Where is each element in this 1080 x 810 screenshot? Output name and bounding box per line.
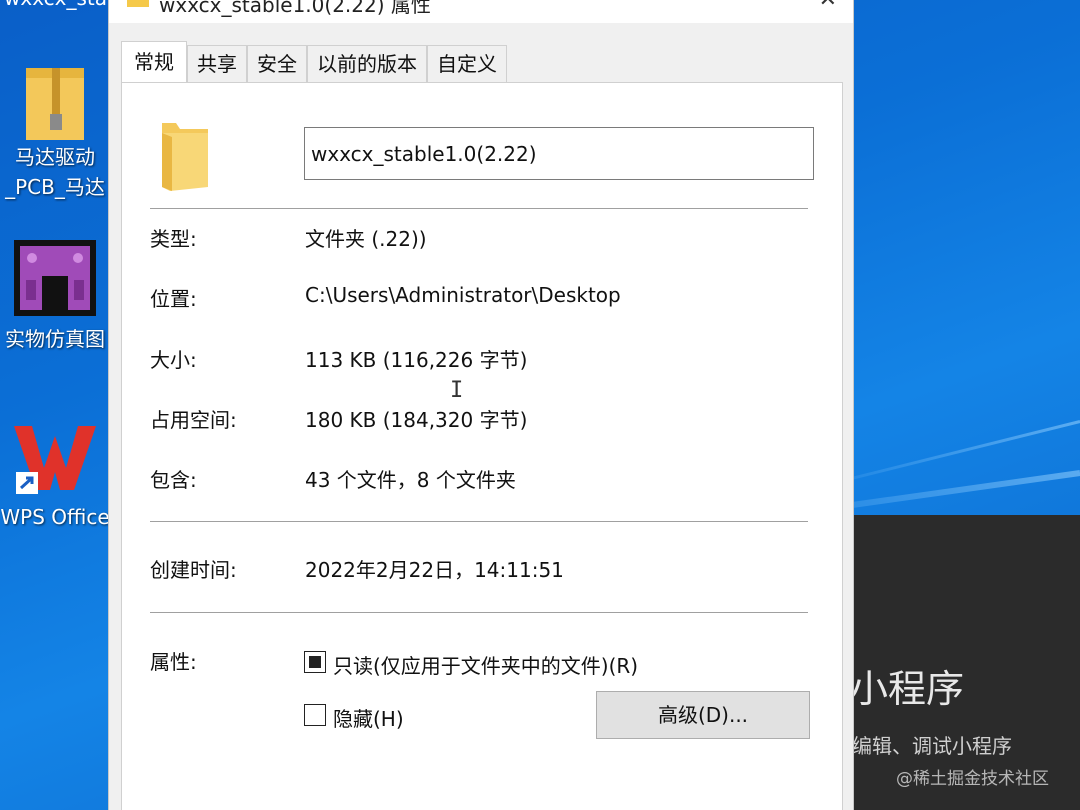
background-app-title: 小程序 [850,667,965,711]
tab-general[interactable]: 常规 [121,41,187,83]
text-cursor-icon: I [450,378,464,403]
desktop-icon-label: 马达驱动 [15,145,95,169]
type-label: 类型: [150,227,197,251]
tab-sharing[interactable]: 共享 [187,45,247,83]
location-label: 位置: [150,287,197,311]
wps-office-icon [14,426,96,494]
desktop-icon-label: WPS Office [0,505,110,529]
readonly-checkbox[interactable] [304,651,326,673]
folder-icon [127,0,149,7]
desktop-icon-pcb[interactable]: 实物仿真图 [0,240,110,354]
tab-previous-versions[interactable]: 以前的版本 [307,45,427,83]
tab-bar: 常规 共享 安全 以前的版本 自定义 [121,41,507,83]
watermark: @稀土掘金技术社区 [896,769,1049,789]
created-value: 2022年2月22日，14:11:51 [305,558,564,582]
close-icon[interactable]: ✕ [819,0,837,12]
desktop-icon-wps[interactable]: WPS Office [0,420,110,532]
dialog-titlebar[interactable]: wxxcx_stable1.0(2.22) 属性 ✕ [109,0,853,23]
created-label: 创建时间: [150,558,237,582]
desktop-top-label: wxxcx_sta [4,0,107,10]
size-label: 大小: [150,348,197,372]
desktop-icon-label: _PCB_马达 [5,175,105,199]
divider [150,208,808,209]
folder-name-input[interactable] [304,127,814,180]
tab-customize[interactable]: 自定义 [427,45,507,83]
background-app-subtitle: 编辑、调试小程序 [852,734,1012,758]
divider [150,521,808,522]
location-value: C:\Users\Administrator\Desktop [305,283,621,307]
tab-security[interactable]: 安全 [247,45,307,83]
dialog-title: wxxcx_stable1.0(2.22) 属性 [159,0,431,17]
size-on-disk-label: 占用空间: [150,408,237,432]
hidden-checkbox[interactable] [304,704,326,726]
properties-dialog: wxxcx_stable1.0(2.22) 属性 ✕ 常规 共享 安全 以前的版… [108,0,854,810]
contains-label: 包含: [150,468,197,492]
desktop-icon-zip[interactable]: 马达驱动 _PCB_马达 [0,62,110,202]
hidden-label[interactable]: 隐藏(H) [333,703,404,732]
readonly-label[interactable]: 只读(仅应用于文件夹中的文件)(R) [333,650,638,679]
general-tab-panel: 类型: 文件夹 (.22)) 位置: C:\Users\Administrato… [121,82,843,810]
folder-icon [162,123,208,191]
contains-value: 43 个文件，8 个文件夹 [305,468,516,492]
size-on-disk-value: 180 KB (184,320 字节) [305,408,528,432]
advanced-button[interactable]: 高级(D)... [596,691,810,739]
attributes-label: 属性: [150,650,197,674]
pcb-image-icon [14,240,96,316]
divider [150,612,808,613]
zip-folder-icon [26,68,84,140]
size-value: 113 KB (116,226 字节) [305,348,528,372]
desktop-icon-label: 实物仿真图 [5,327,105,351]
type-value: 文件夹 (.22)) [305,227,427,251]
